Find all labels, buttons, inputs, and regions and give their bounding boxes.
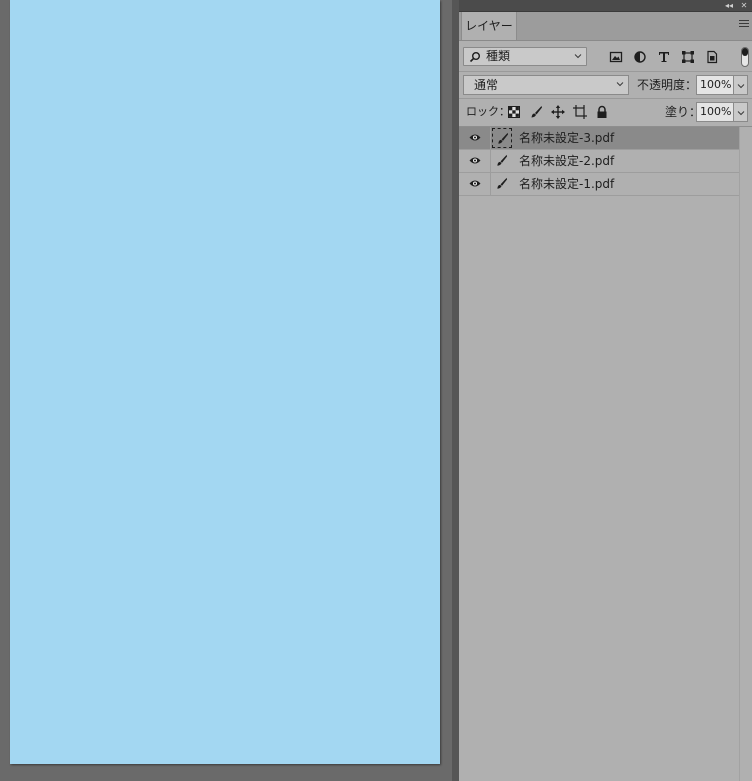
blend-mode-value: 通常 (474, 78, 499, 92)
document-canvas-area[interactable] (0, 0, 452, 781)
search-icon (469, 52, 480, 63)
layer-thumbnail[interactable] (492, 174, 512, 194)
eye-icon (469, 180, 481, 187)
panel-menu-icon[interactable] (739, 20, 749, 32)
layer-thumbnail[interactable] (492, 151, 512, 171)
layer-row[interactable]: 名称未設定-3.pdf (459, 127, 740, 150)
filter-toggle-switch[interactable] (741, 47, 749, 67)
layer-name[interactable]: 名称未設定-2.pdf (519, 150, 614, 172)
panel-tabbar: レイヤー (459, 12, 752, 41)
layer-list: 名称未設定-3.pdf 名称未設定-2.pdf 名称未設定-1.pdf (459, 127, 752, 196)
opacity-label: 不透明度： (637, 78, 698, 92)
blend-mode-select[interactable]: 通常 (463, 75, 629, 95)
panel-divider[interactable] (452, 0, 459, 781)
lock-row: ロック： 塗り： 100% (459, 99, 752, 127)
type-filter-icon[interactable] (657, 50, 671, 64)
lock-image-pixels-brush-icon[interactable] (529, 105, 543, 119)
smart-object-filter-icon[interactable] (705, 50, 719, 64)
brush-icon (497, 154, 508, 166)
opacity-field[interactable]: 100% (696, 75, 734, 95)
lock-artboard-icon[interactable] (573, 105, 587, 119)
chevron-down-icon (616, 82, 624, 87)
collapse-panel-button[interactable]: ◂◂ (723, 0, 735, 11)
image-filter-icon[interactable] (609, 50, 623, 64)
blend-row: 通常 不透明度： 100% (459, 72, 752, 99)
adjustment-filter-icon[interactable] (633, 50, 647, 64)
brush-icon (498, 132, 509, 144)
layer-row[interactable]: 名称未設定-2.pdf (459, 150, 740, 173)
visibility-toggle[interactable] (459, 173, 491, 195)
eye-icon (469, 134, 481, 141)
layer-name[interactable]: 名称未設定-1.pdf (519, 173, 614, 195)
filter-kind-select[interactable]: 種類 (463, 47, 587, 66)
chevron-down-icon (737, 111, 745, 116)
fill-field[interactable]: 100% (696, 102, 734, 122)
tab-layers[interactable]: レイヤー (461, 12, 517, 40)
chevron-down-icon (574, 54, 582, 59)
panel-topbar: ◂◂ ✕ (459, 0, 752, 12)
close-panel-button[interactable]: ✕ (738, 0, 750, 11)
lock-position-move-icon[interactable] (551, 105, 565, 119)
fill-dropdown-button[interactable] (734, 102, 748, 122)
shape-filter-icon[interactable] (681, 50, 695, 64)
lock-label: ロック： (466, 105, 510, 118)
visibility-toggle[interactable] (459, 150, 491, 172)
chevron-down-icon (737, 84, 745, 89)
eye-icon (469, 157, 481, 164)
layers-panel: ◂◂ ✕ レイヤー 種類 通常 不透明度： 100% ロック： 塗り： 100%… (459, 0, 752, 781)
layer-list-scrollbar[interactable] (739, 127, 752, 781)
brush-icon (497, 177, 508, 189)
lock-transparent-pixels-icon[interactable] (507, 105, 521, 119)
lock-all-icon[interactable] (595, 105, 609, 119)
layer-row[interactable]: 名称未設定-1.pdf (459, 173, 740, 196)
layer-thumbnail[interactable] (492, 128, 512, 148)
visibility-toggle[interactable] (459, 127, 491, 149)
document-page[interactable] (10, 0, 440, 764)
layer-name[interactable]: 名称未設定-3.pdf (519, 127, 614, 149)
opacity-dropdown-button[interactable] (734, 75, 748, 95)
filter-kind-label: 種類 (486, 49, 511, 63)
layer-filter-row: 種類 (459, 41, 752, 72)
